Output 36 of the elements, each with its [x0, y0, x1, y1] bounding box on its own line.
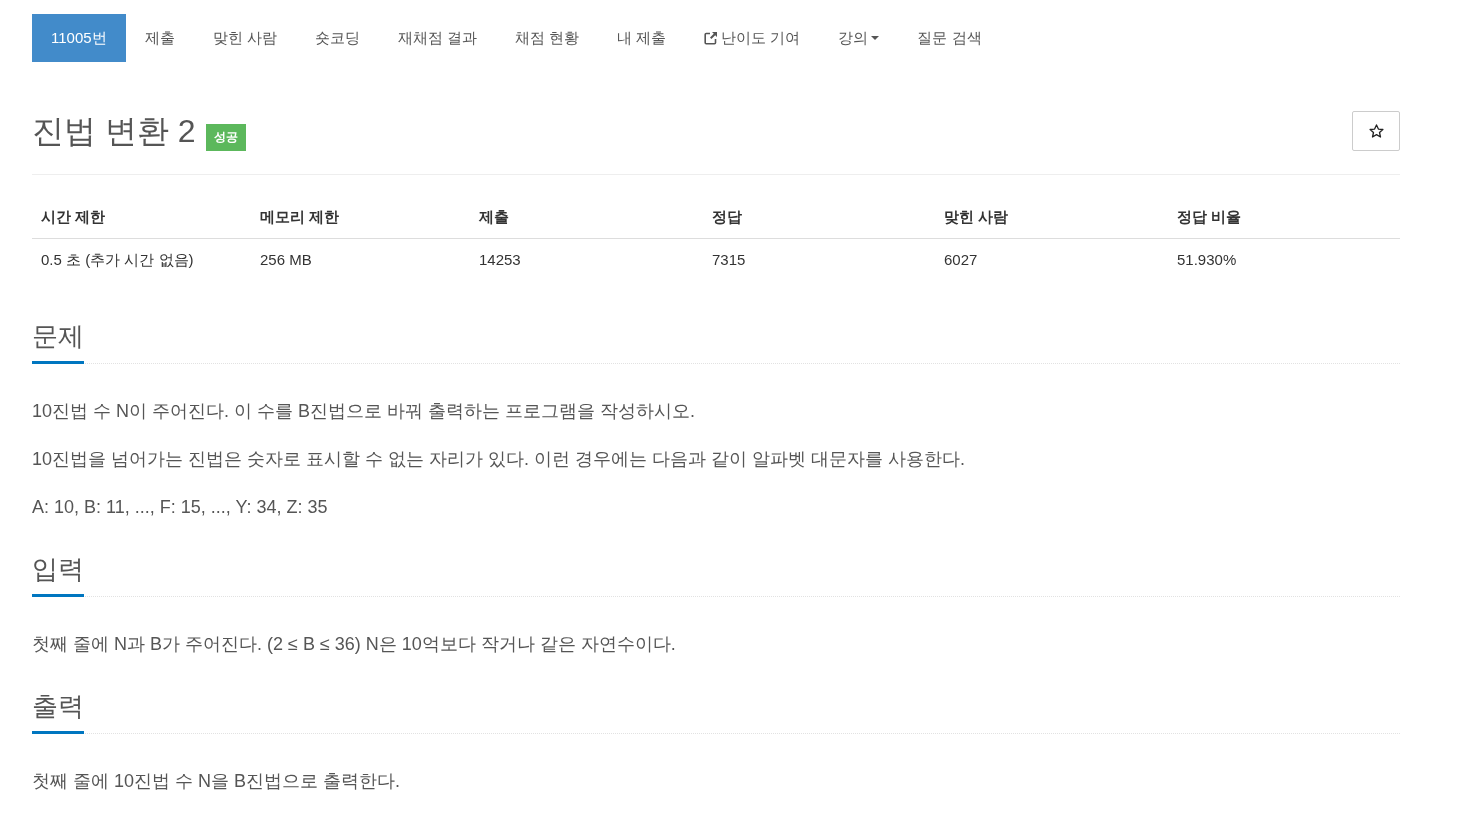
- column-header: 시간 제한: [32, 196, 251, 239]
- column-header: 제출: [470, 196, 703, 239]
- nav-tab[interactable]: 숏코딩: [295, 14, 379, 62]
- table-cell: 6027: [935, 238, 1168, 281]
- nav-tab[interactable]: 강의: [819, 14, 899, 62]
- section-heading: 입력: [32, 551, 84, 597]
- table-cell: 256 MB: [251, 238, 470, 281]
- nav-tab[interactable]: 11005번: [32, 14, 126, 62]
- external-link-icon: [704, 31, 719, 45]
- paragraph: 10진법을 넘어가는 진법은 숫자로 표시할 수 없는 자리가 있다. 이런 경우에는 다음과 같이 알파벳 대문자를 사용한다.: [32, 448, 967, 471]
- table-cell: 7315: [703, 238, 935, 281]
- column-header: 정답 비율: [1168, 196, 1400, 239]
- nav-tab[interactable]: 질문 검색: [898, 14, 1001, 62]
- column-header: 메모리 제한: [251, 196, 470, 239]
- status-badge: 성공: [205, 124, 246, 151]
- section-heading: 출력: [32, 688, 84, 734]
- nav-tab[interactable]: 재채점 결과: [378, 14, 496, 62]
- nav-tab[interactable]: 제출: [125, 14, 194, 62]
- problem-title: 진법 변환 2: [32, 112, 196, 151]
- section-heading: 문제: [32, 318, 84, 364]
- caret-icon: [871, 36, 880, 40]
- paragraph: A: 10, B: 11, ..., F: 15, ..., Y: 34, Z: 35: [32, 496, 329, 519]
- table-cell: 0.5 초 (추가 시간 없음): [32, 238, 251, 281]
- table-cell: 51.930%: [1168, 238, 1400, 281]
- nav-tab[interactable]: 맞힌 사람: [193, 14, 296, 62]
- nav-tab[interactable]: 난이도 기여: [685, 14, 820, 62]
- paragraph: 첫째 줄에 10진법 수 N을 B진법으로 출력한다.: [32, 770, 402, 793]
- paragraph: 첫째 줄에 N과 B가 주어진다. (2 ≤ B ≤ 36) N은 10억보다 작거나 같은 자연수이다.: [32, 633, 677, 656]
- nav-tab[interactable]: 내 제출: [598, 14, 686, 62]
- star-icon: [1368, 124, 1384, 138]
- column-header: 맞힌 사람: [935, 196, 1168, 239]
- favorite-button[interactable]: [1352, 111, 1400, 151]
- table-cell: 14253: [470, 238, 703, 281]
- nav-tab[interactable]: 채점 현황: [495, 14, 599, 62]
- paragraph: 10진법 수 N이 주어진다. 이 수를 B진법으로 바꿔 출력하는 프로그램을 작성하시오.: [32, 400, 697, 423]
- column-header: 정답: [703, 196, 935, 239]
